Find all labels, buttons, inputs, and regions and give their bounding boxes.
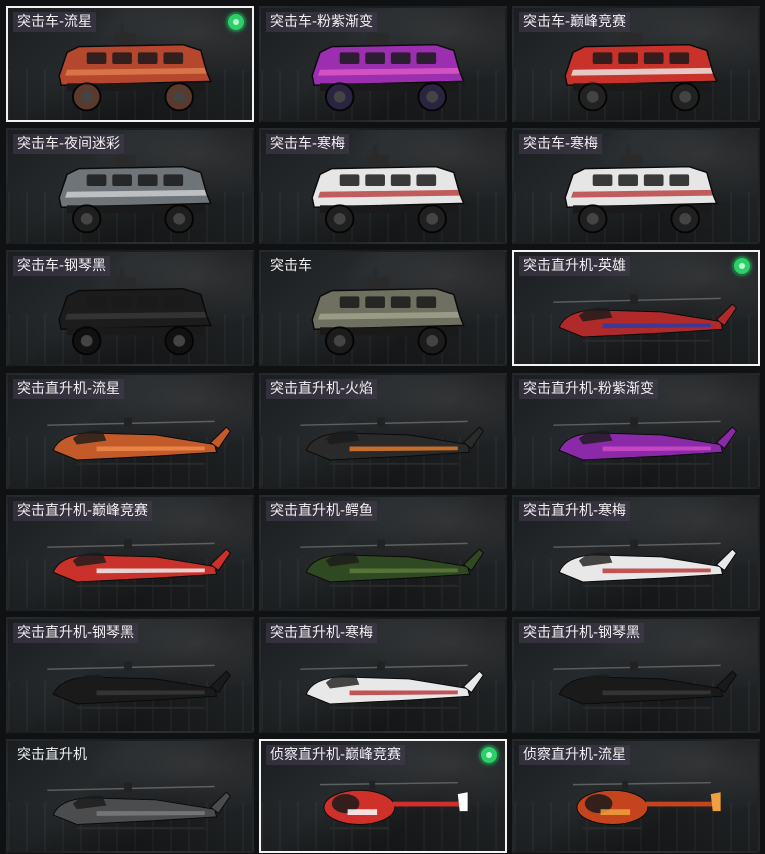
skin-name-label: 突击车: [270, 258, 312, 274]
skin-name-label: 突击车-流星: [13, 12, 97, 32]
skin-card[interactable]: 突击直升机-火焰: [259, 373, 507, 489]
skin-card[interactable]: 突击车-巅峰竞赛: [512, 6, 760, 122]
truck-vehicle-icon: [564, 23, 718, 112]
skin-card[interactable]: 突击直升机-粉紫渐变: [512, 373, 760, 489]
equipped-indicator-icon: [228, 14, 244, 30]
skin-name-label: 突击直升机-英雄: [519, 256, 631, 276]
skin-name-label: 突击直升机-钢琴黑: [13, 623, 139, 643]
skin-card[interactable]: 突击直升机-流星: [6, 373, 254, 489]
skin-name-label: 突击车-寒梅: [519, 134, 603, 154]
truck-vehicle-icon: [58, 145, 212, 234]
attack-helicopter-icon: [553, 539, 737, 587]
skin-card[interactable]: 突击直升机-巅峰竞赛: [6, 495, 254, 611]
truck-vehicle-icon: [311, 23, 465, 112]
skin-card[interactable]: 突击车-夜间迷彩: [6, 128, 254, 244]
skin-name-label: 侦察直升机-巅峰竞赛: [266, 745, 406, 765]
skin-name-label: 突击直升机-寒梅: [266, 623, 378, 643]
equipped-indicator-icon: [734, 258, 750, 274]
equipped-indicator-icon: [481, 747, 497, 763]
skin-card[interactable]: 侦察直升机-巅峰竞赛: [259, 739, 507, 853]
skin-name-label: 突击直升机-粉紫渐变: [519, 379, 659, 399]
truck-vehicle-icon: [564, 145, 718, 234]
skin-card[interactable]: 突击车: [259, 250, 507, 366]
skin-name-label: 突击直升机-巅峰竞赛: [13, 501, 153, 521]
scout-helicopter-icon: [320, 780, 468, 830]
skin-name-label: 突击车-钢琴黑: [13, 256, 111, 276]
attack-helicopter-icon: [300, 661, 484, 709]
skin-name-label: 突击直升机: [17, 747, 87, 763]
skin-card[interactable]: 突击直升机-英雄: [512, 250, 760, 366]
attack-helicopter-icon: [553, 294, 737, 342]
attack-helicopter-icon: [553, 417, 737, 465]
truck-vehicle-icon: [58, 267, 212, 356]
skin-name-label: 突击车-寒梅: [266, 134, 350, 154]
skin-card[interactable]: 突击直升机-寒梅: [259, 617, 507, 733]
skin-name-label: 突击直升机-火焰: [266, 379, 378, 399]
truck-vehicle-icon: [58, 23, 212, 112]
attack-helicopter-icon: [47, 782, 231, 830]
attack-helicopter-icon: [47, 661, 231, 709]
skin-name-label: 突击直升机-寒梅: [519, 501, 631, 521]
skin-card[interactable]: 突击直升机-钢琴黑: [512, 617, 760, 733]
skin-card[interactable]: 突击直升机-寒梅: [512, 495, 760, 611]
skin-card[interactable]: 突击直升机-钢琴黑: [6, 617, 254, 733]
attack-helicopter-icon: [300, 539, 484, 587]
skin-name-label: 侦察直升机-流星: [519, 745, 631, 765]
attack-helicopter-icon: [553, 661, 737, 709]
truck-vehicle-icon: [311, 145, 465, 234]
skin-card[interactable]: 突击车-流星: [6, 6, 254, 122]
skin-grid: 突击车-流星 突击车-粉紫渐变 突击车-巅峰竞赛 突击车-夜间迷彩 突击车-寒梅 突击车-…: [0, 0, 765, 854]
skin-card[interactable]: 突击车-粉紫渐变: [259, 6, 507, 122]
skin-card[interactable]: 突击车-寒梅: [259, 128, 507, 244]
truck-vehicle-icon: [311, 267, 465, 356]
skin-name-label: 突击直升机-鳄鱼: [266, 501, 378, 521]
skin-card[interactable]: 突击车-寒梅: [512, 128, 760, 244]
skin-name-label: 突击直升机-流星: [13, 379, 125, 399]
skin-card[interactable]: 突击车-钢琴黑: [6, 250, 254, 366]
skin-name-label: 突击车-巅峰竞赛: [519, 12, 631, 32]
skin-card[interactable]: 侦察直升机-流星: [512, 739, 760, 853]
attack-helicopter-icon: [47, 539, 231, 587]
skin-card[interactable]: 突击直升机: [6, 739, 254, 853]
skin-name-label: 突击车-夜间迷彩: [13, 134, 125, 154]
scout-helicopter-icon: [573, 780, 721, 830]
attack-helicopter-icon: [47, 417, 231, 465]
attack-helicopter-icon: [300, 417, 484, 465]
skin-card[interactable]: 突击直升机-鳄鱼: [259, 495, 507, 611]
skin-name-label: 突击车-粉紫渐变: [266, 12, 378, 32]
skin-name-label: 突击直升机-钢琴黑: [519, 623, 645, 643]
